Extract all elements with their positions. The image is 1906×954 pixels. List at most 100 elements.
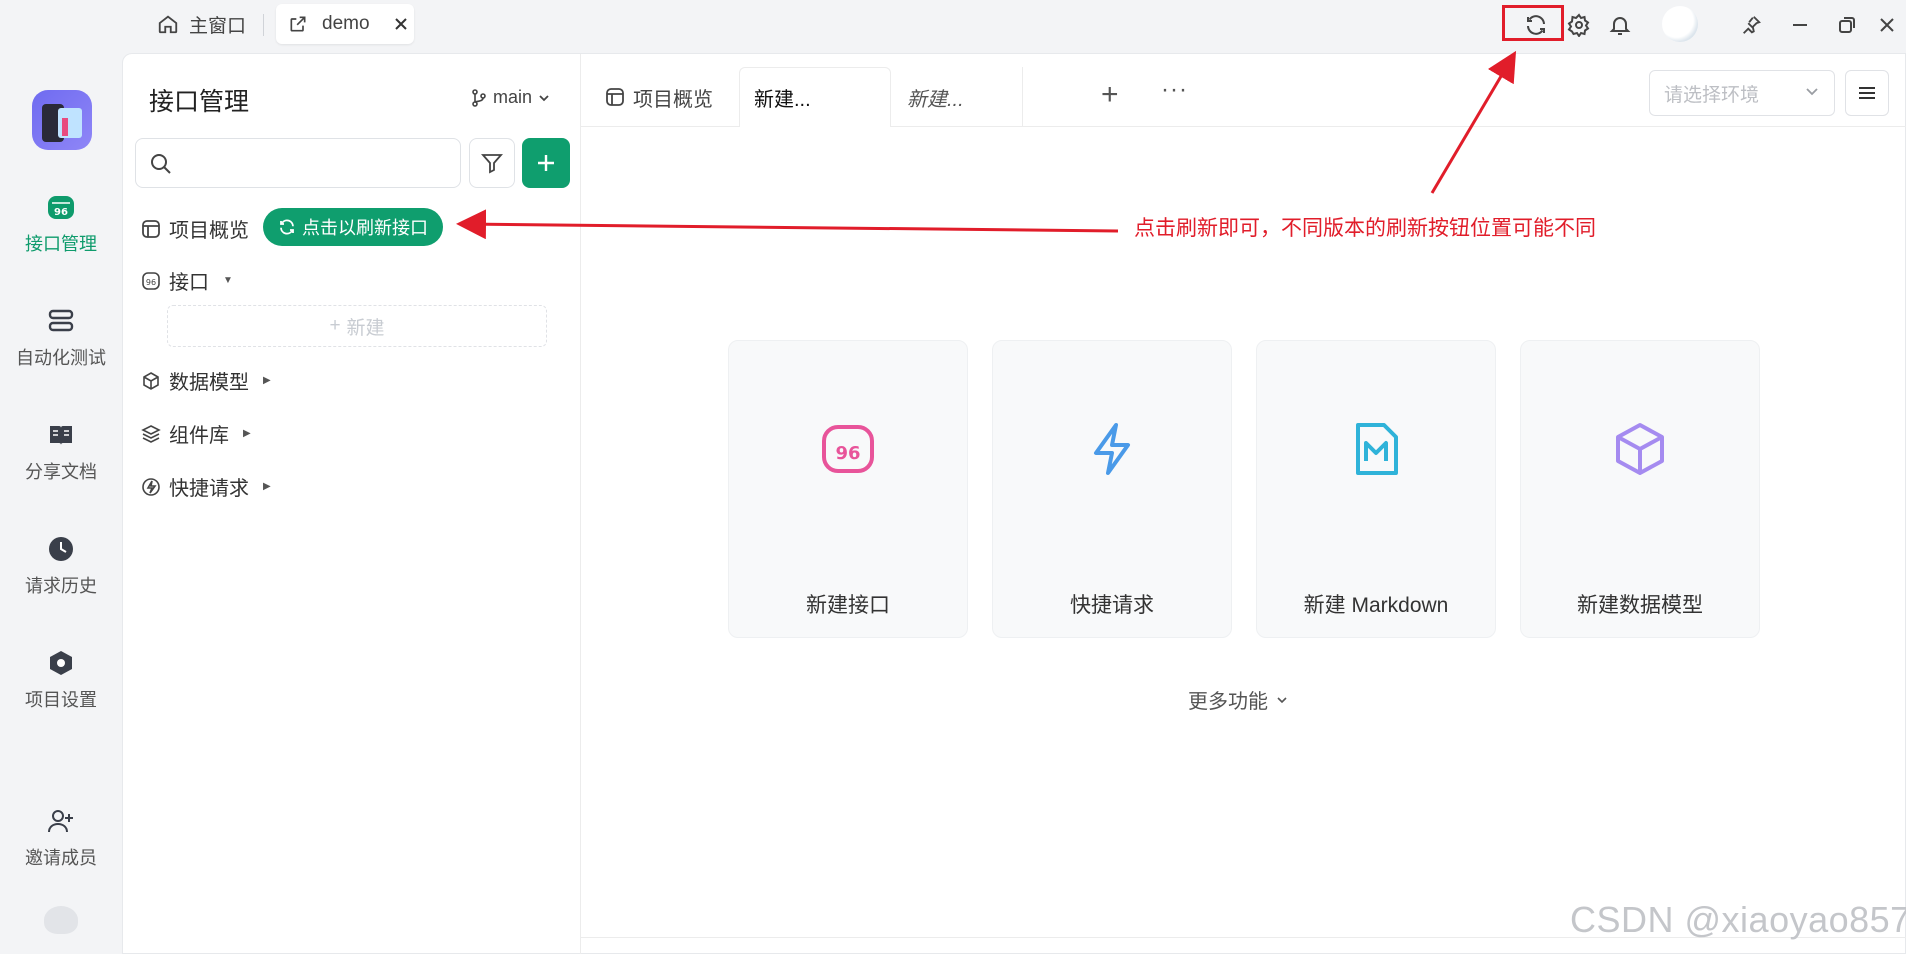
new-label: 新建 — [346, 317, 385, 339]
new-api-button[interactable]: + 新建 — [167, 305, 547, 347]
lightning-icon — [1094, 423, 1130, 475]
tree-item-label: 组件库 — [169, 425, 229, 447]
pin-button[interactable] — [1736, 10, 1766, 40]
api-icon: 96 — [142, 271, 160, 290]
restore-button[interactable] — [1832, 10, 1862, 40]
caret-right-icon: ▶ — [263, 481, 271, 492]
tree-item-label: 数据模型 — [169, 372, 249, 394]
minimize-button[interactable] — [1785, 10, 1815, 40]
avatar[interactable] — [1662, 6, 1698, 42]
rail-item-label: 请求历史 — [25, 576, 97, 596]
rail-item-invite-members[interactable]: 邀请成员 — [0, 804, 122, 870]
card-label: 新建 Markdown — [1303, 594, 1449, 617]
card-label: 快捷请求 — [1070, 594, 1154, 617]
branch-label: main — [493, 87, 533, 107]
rail-item-automation[interactable]: 自动化测试 — [0, 304, 122, 370]
svg-text:96: 96 — [835, 443, 860, 464]
panel-title: 接口管理 — [149, 88, 250, 116]
search-input[interactable] — [135, 138, 461, 188]
card-label: 新建数据模型 — [1577, 594, 1703, 617]
caret-right-icon: ▶ — [243, 428, 251, 439]
tree-item-label: 快捷请求 — [169, 478, 249, 500]
tree-item-project-overview[interactable]: 项目概览 — [141, 214, 249, 243]
more-features-button[interactable]: 更多功能 — [1188, 685, 1288, 714]
tab-demo[interactable]: demo — [276, 4, 414, 44]
add-button[interactable] — [522, 138, 570, 188]
apifox-logo — [44, 906, 78, 934]
tab-label: 新建... — [754, 89, 811, 111]
branch-icon — [472, 88, 486, 107]
chevron-down-icon — [1277, 696, 1287, 703]
tree-item-apis[interactable]: 96 接口 ▼ — [141, 266, 233, 295]
tab-project-overview[interactable]: 项目概览 — [591, 67, 713, 127]
tab-new-2[interactable]: 新建... — [893, 67, 1023, 127]
watermark: CSDN @xiaoyao857 — [1570, 899, 1906, 940]
environment-select[interactable]: 请选择环境 — [1649, 70, 1835, 116]
tree-item-data-models[interactable]: 数据模型 ▶ — [141, 366, 271, 395]
settings-button[interactable] — [1564, 10, 1594, 40]
rail-item-share-docs[interactable]: 分享文档 — [0, 418, 122, 484]
tree-item-label: 接口 — [169, 272, 209, 294]
chevron-down-icon — [539, 94, 549, 101]
svg-text:96: 96 — [54, 207, 68, 218]
filter-button[interactable] — [469, 138, 515, 188]
tab-bar: 项目概览 新建... 新建... + ··· 请选择环境 — [581, 54, 1906, 127]
tab-main-window[interactable]: 主窗口 — [157, 4, 246, 44]
caret-down-icon: ▼ — [223, 275, 233, 286]
cube-icon — [143, 371, 159, 390]
notifications-button[interactable] — [1605, 10, 1635, 40]
tab-label: 新建... — [907, 88, 964, 111]
api-icon: 96 — [48, 196, 74, 219]
more-features-label: 更多功能 — [1188, 691, 1268, 713]
clock-icon — [49, 537, 73, 561]
bell-icon — [1609, 17, 1631, 35]
restore-icon — [1839, 17, 1855, 33]
card-new-api[interactable]: 96 新建接口 — [728, 340, 968, 638]
branch-selector[interactable]: main — [471, 87, 550, 108]
tab-demo-label: demo — [322, 13, 370, 34]
close-icon — [1880, 18, 1894, 32]
rail-item-api-management[interactable]: 96 接口管理 — [0, 190, 122, 256]
refresh-apis-label: 点击以刷新接口 — [302, 218, 428, 238]
minimize-icon — [1793, 24, 1807, 26]
menu-button[interactable] — [1845, 70, 1889, 116]
tree-item-label: 项目概览 — [169, 220, 249, 242]
close-window-button[interactable] — [1872, 10, 1902, 40]
home-icon — [158, 15, 178, 34]
tab-new-1[interactable]: 新建... — [739, 67, 891, 127]
more-tabs-button[interactable]: ··· — [1161, 76, 1188, 104]
tree-item-quick-requests[interactable]: 快捷请求 ▶ — [141, 472, 271, 501]
title-bar: 主窗口 demo — [0, 0, 1906, 53]
close-icon[interactable] — [394, 17, 408, 31]
card-quick-request[interactable]: 快捷请求 — [992, 340, 1232, 638]
divider — [263, 14, 264, 36]
environment-placeholder: 请选择环境 — [1664, 84, 1760, 106]
hamburger-icon — [1859, 87, 1875, 99]
card-new-markdown[interactable]: 新建 Markdown — [1256, 340, 1496, 638]
add-user-icon — [48, 810, 73, 833]
rail-item-project-settings[interactable]: 项目设置 — [0, 646, 122, 712]
annotation-text: 点击刷新即可，不同版本的刷新按钮位置可能不同 — [1134, 217, 1596, 240]
caret-right-icon: ▶ — [263, 375, 271, 386]
rail-item-label: 自动化测试 — [16, 348, 106, 368]
refresh-highlight-box — [1502, 5, 1564, 41]
layout-icon — [142, 219, 160, 238]
gear-icon — [1567, 13, 1590, 37]
book-icon — [50, 426, 72, 445]
plus-icon — [538, 155, 554, 171]
add-tab-button[interactable]: + — [1101, 80, 1119, 110]
tree-item-components[interactable]: 组件库 ▶ — [141, 419, 251, 448]
cube-icon — [1616, 423, 1664, 475]
rail-item-label: 分享文档 — [25, 462, 97, 482]
card-new-data-model[interactable]: 新建数据模型 — [1520, 340, 1760, 638]
pin-icon — [1743, 16, 1761, 34]
stack-icon — [48, 309, 74, 332]
main-panel: 接口管理 main 项目概览 点击以刷新接口 96 接口 ▼ + 新建 数据模型… — [122, 53, 1906, 954]
lightning-circle-icon — [142, 477, 160, 496]
refresh-apis-button[interactable]: 点击以刷新接口 — [263, 208, 443, 246]
hexagon-icon — [50, 651, 72, 675]
rail-item-history[interactable]: 请求历史 — [0, 532, 122, 598]
refresh-icon — [280, 219, 294, 235]
rail-item-label: 项目设置 — [25, 690, 97, 710]
rail-item-label: 邀请成员 — [25, 848, 97, 868]
